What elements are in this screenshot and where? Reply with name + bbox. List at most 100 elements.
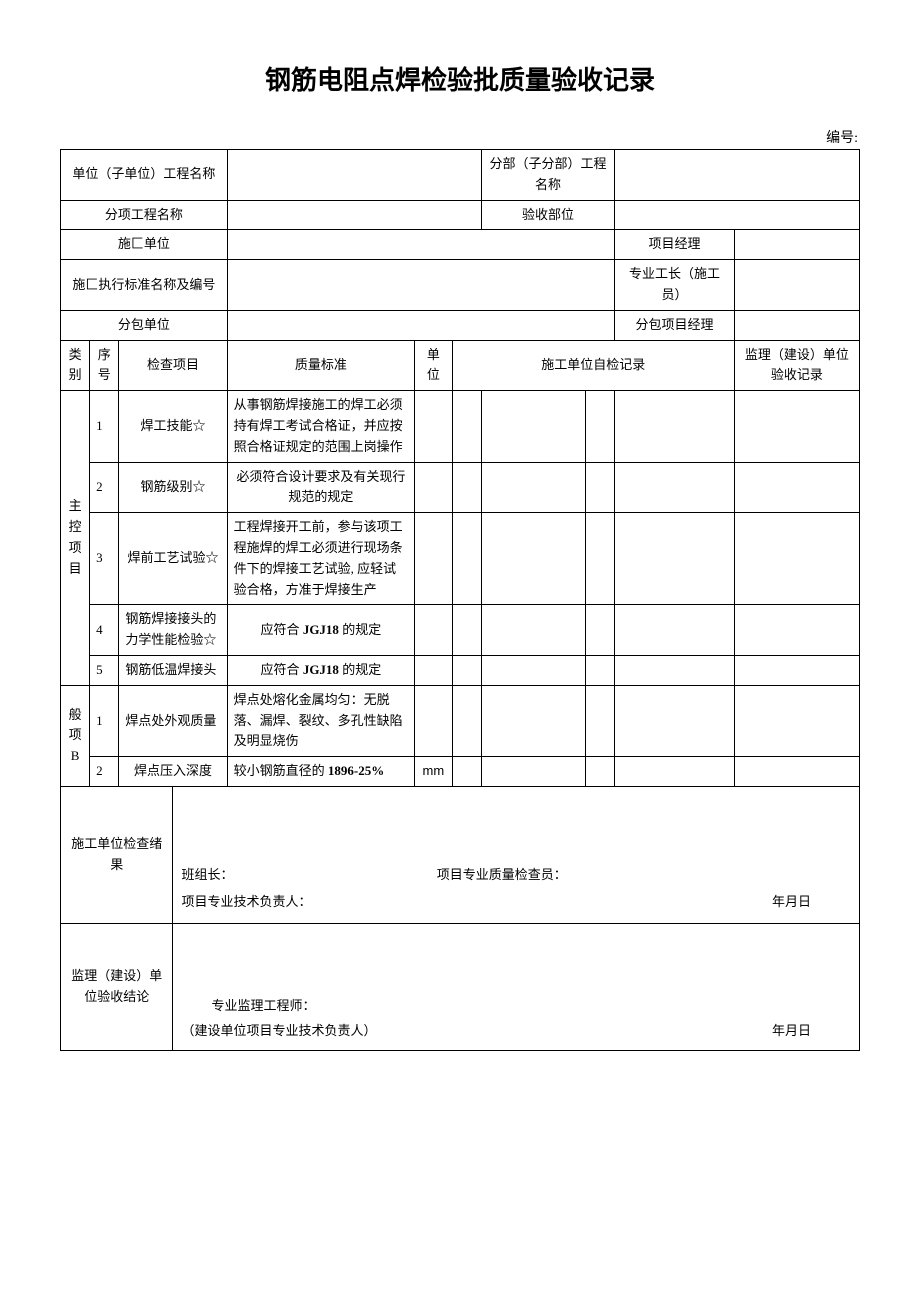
value-project-manager[interactable] [734, 230, 859, 260]
col-supervision: 监理（建设）单位验收记录 [734, 340, 859, 391]
cell-item: 钢筋级别☆ [119, 462, 227, 513]
cell-self-3[interactable] [585, 462, 614, 513]
cell-index: 3 [90, 513, 119, 605]
cell-standard: 应符合 JGJ18 的规定 [227, 655, 414, 685]
category-main: 主控项目 [61, 391, 90, 686]
cell-supervision[interactable] [734, 513, 859, 605]
col-selfcheck: 施工单位自检记录 [452, 340, 734, 391]
cell-self-2[interactable] [481, 685, 585, 756]
column-header-row: 类别 序号 检查项目 质量标准 单位 施工单位自检记录 监理（建设）单位验收记录 [61, 340, 860, 391]
col-index: 序号 [90, 340, 119, 391]
signoff-supervision-row: 监理（建设）单位验收结论 专业监理工程师： （建设单位项目专业技术负责人） 年月… [61, 923, 860, 1050]
cell-self-4[interactable] [615, 757, 735, 787]
cell-item: 焊点处外观质量 [119, 685, 227, 756]
col-category: 类别 [61, 340, 90, 391]
cell-item: 钢筋低温焊接头 [119, 655, 227, 685]
cell-index: 4 [90, 605, 119, 656]
label-quality-inspector: 项目专业质量检查员： [437, 865, 567, 886]
cell-unit: mm [415, 757, 452, 787]
cell-self-1[interactable] [452, 605, 481, 656]
value-sub-pm[interactable] [734, 310, 859, 340]
construction-sign-area[interactable]: 班组长： 项目专业质量检查员： 项目专业技术负责人： 年月日 [173, 786, 860, 923]
label-tech-lead: 项目专业技术负责人： [181, 892, 311, 913]
value-subcontractor[interactable] [227, 310, 614, 340]
cell-supervision[interactable] [734, 391, 859, 462]
cell-self-1[interactable] [452, 391, 481, 462]
page-title: 钢筋电阻点焊检验批质量验收记录 [60, 60, 860, 97]
value-accept-location[interactable] [615, 200, 860, 230]
label-build-tech: （建设单位项目专业技术负责人） [181, 1023, 376, 1038]
cell-self-1[interactable] [452, 462, 481, 513]
cell-supervision[interactable] [734, 605, 859, 656]
cell-unit [415, 462, 452, 513]
label-sub-pm: 分包项目经理 [615, 310, 735, 340]
signoff-construction-row: 施工单位检查绪果 班组长： 项目专业质量检查员： 项目专业技术负责人： 年月日 [61, 786, 860, 923]
cell-self-4[interactable] [615, 605, 735, 656]
label-subitem: 分项工程名称 [61, 200, 228, 230]
value-construction-unit[interactable] [227, 230, 614, 260]
value-standard-name[interactable] [227, 260, 614, 311]
value-unit-project[interactable] [227, 150, 481, 201]
cell-self-1[interactable] [452, 685, 481, 756]
cell-self-3[interactable] [585, 655, 614, 685]
cell-self-2[interactable] [481, 655, 585, 685]
cell-self-1[interactable] [452, 513, 481, 605]
cell-self-3[interactable] [585, 513, 614, 605]
label-date-2: 年月日 [772, 1021, 811, 1042]
col-unit: 单位 [415, 340, 452, 391]
cell-self-4[interactable] [615, 655, 735, 685]
cell-item: 焊工技能☆ [119, 391, 227, 462]
label-construction-result: 施工单位检查绪果 [61, 786, 173, 923]
cell-self-4[interactable] [615, 391, 735, 462]
cell-unit [415, 685, 452, 756]
cell-unit [415, 391, 452, 462]
cell-self-3[interactable] [585, 391, 614, 462]
cell-self-2[interactable] [481, 462, 585, 513]
label-unit-project: 单位（子单位）工程名称 [61, 150, 228, 201]
cell-supervision[interactable] [734, 685, 859, 756]
cell-standard: 较小钢筋直径的 1896-25% [227, 757, 414, 787]
cell-self-1[interactable] [452, 757, 481, 787]
label-subpart: 分部（子分部）工程名称 [481, 150, 614, 201]
cell-index: 2 [90, 462, 119, 513]
header-row-2: 分项工程名称 验收部位 [61, 200, 860, 230]
cell-self-4[interactable] [615, 462, 735, 513]
cell-index: 1 [90, 685, 119, 756]
cell-index: 5 [90, 655, 119, 685]
value-subitem[interactable] [227, 200, 481, 230]
cell-standard: 从事钢筋焊接施工的焊工必须持有焊工考试合格证，并应按照合格证规定的范围上岗操作 [227, 391, 414, 462]
cell-self-3[interactable] [585, 757, 614, 787]
cell-index: 2 [90, 757, 119, 787]
label-foreman: 专业工长（施工员） [615, 260, 735, 311]
cell-self-2[interactable] [481, 391, 585, 462]
cell-supervision[interactable] [734, 462, 859, 513]
category-general: 般项B [61, 685, 90, 786]
label-subcontractor: 分包单位 [61, 310, 228, 340]
cell-unit [415, 655, 452, 685]
label-date-1: 年月日 [772, 892, 811, 913]
cell-self-4[interactable] [615, 685, 735, 756]
table-row: 主控项目 1 焊工技能☆ 从事钢筋焊接施工的焊工必须持有焊工考试合格证，并应按照… [61, 391, 860, 462]
cell-standard: 焊点处熔化金属均匀：无脱落、漏焊、裂纹、多孔性缺陷及明显烧伤 [227, 685, 414, 756]
table-row: 3 焊前工艺试验☆ 工程焊接开工前，参与该项工程施焊的焊工必须进行现场条件下的焊… [61, 513, 860, 605]
document-number-label: 编号: [60, 127, 860, 147]
label-supervision-conclusion: 监理（建设）单位验收结论 [61, 923, 173, 1050]
cell-self-2[interactable] [481, 513, 585, 605]
cell-self-3[interactable] [585, 605, 614, 656]
cell-supervision[interactable] [734, 757, 859, 787]
table-row: 4 钢筋焊接接头的力学性能检验☆ 应符合 JGJ18 的规定 [61, 605, 860, 656]
cell-self-3[interactable] [585, 685, 614, 756]
supervision-sign-area[interactable]: 专业监理工程师： （建设单位项目专业技术负责人） 年月日 [173, 923, 860, 1050]
cell-self-2[interactable] [481, 605, 585, 656]
main-table: 单位（子单位）工程名称 分部（子分部）工程名称 分项工程名称 验收部位 施匚单位… [60, 149, 860, 1051]
cell-self-1[interactable] [452, 655, 481, 685]
value-foreman[interactable] [734, 260, 859, 311]
cell-self-4[interactable] [615, 513, 735, 605]
value-subpart[interactable] [615, 150, 860, 201]
cell-self-2[interactable] [481, 757, 585, 787]
header-row-5: 分包单位 分包项目经理 [61, 310, 860, 340]
cell-supervision[interactable] [734, 655, 859, 685]
label-supervision-engineer: 专业监理工程师： [211, 996, 851, 1017]
table-row: 2 焊点压入深度 较小钢筋直径的 1896-25% mm [61, 757, 860, 787]
cell-item: 焊点压入深度 [119, 757, 227, 787]
